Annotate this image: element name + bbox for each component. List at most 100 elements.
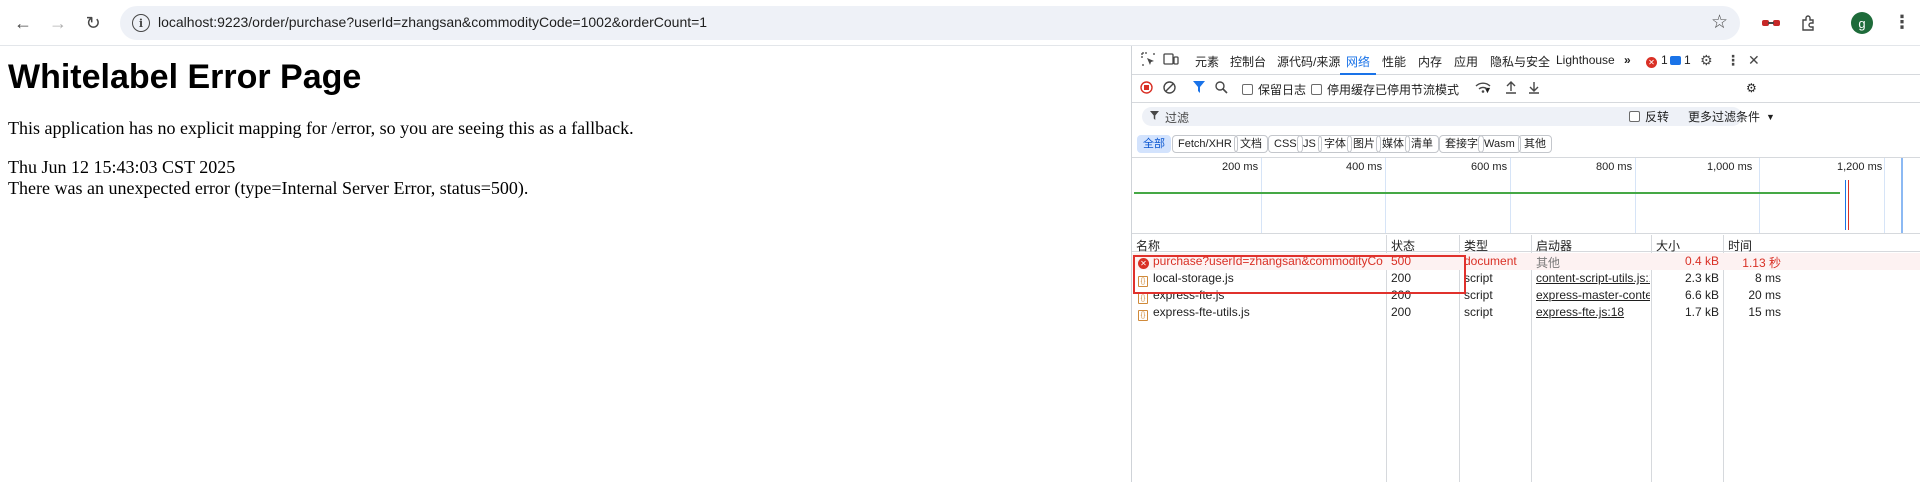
settings-gear-icon[interactable]: ⚙ bbox=[1700, 52, 1713, 69]
filter-funnel-small-icon bbox=[1150, 109, 1159, 123]
type-filter-fetch-xhr[interactable]: Fetch/XHR bbox=[1172, 135, 1238, 153]
search-icon[interactable] bbox=[1215, 81, 1228, 94]
column-header-name[interactable]: 名称 bbox=[1136, 237, 1160, 254]
filter-funnel-icon[interactable] bbox=[1193, 81, 1205, 93]
inspect-element-icon[interactable] bbox=[1141, 52, 1155, 69]
type-filter-wasm[interactable]: Wasm bbox=[1478, 135, 1521, 153]
tab-performance[interactable]: 性能 bbox=[1382, 53, 1406, 70]
timeline-gridline bbox=[1884, 158, 1885, 233]
tab-privacy-security[interactable]: 隐私与安全 bbox=[1490, 53, 1550, 70]
tab-sources[interactable]: 源代码/来源 bbox=[1277, 53, 1340, 70]
url-text[interactable]: localhost:9223/order/purchase?userId=zha… bbox=[158, 14, 707, 30]
request-size: 1.7 kB bbox=[1684, 305, 1719, 319]
column-header-size[interactable]: 大小 bbox=[1656, 237, 1680, 254]
checkbox-box[interactable] bbox=[1242, 84, 1253, 95]
checkbox-box[interactable] bbox=[1629, 111, 1640, 122]
devtools-tab-bar: 元素 控制台 源代码/来源 网络 性能 内存 应用 隐私与安全 Lighthou… bbox=[1132, 46, 1920, 75]
request-time: 20 ms bbox=[1748, 288, 1781, 302]
close-devtools-icon[interactable]: ✕ bbox=[1748, 52, 1760, 69]
message-count: 1 bbox=[1684, 53, 1691, 67]
timeline-scrollbar[interactable] bbox=[1901, 158, 1903, 233]
resource-type-filter-bar: 全部 Fetch/XHR 文档 CSS JS 字体 图片 媒体 清单 套接字 W… bbox=[1132, 131, 1920, 157]
browser-menu-icon[interactable]: ⋮ bbox=[1893, 12, 1911, 33]
fallback-message: This application has no explicit mapping… bbox=[8, 118, 634, 138]
failed-request-highlight-box bbox=[1133, 255, 1466, 294]
request-initiator-link[interactable]: content-script-utils.js:18 bbox=[1536, 271, 1650, 285]
script-file-icon: {} bbox=[1138, 310, 1148, 321]
network-conditions-icon[interactable] bbox=[1475, 81, 1491, 93]
invert-checkbox[interactable]: 反转 bbox=[1629, 108, 1669, 125]
filter-placeholder: 过滤 bbox=[1165, 111, 1190, 125]
forward-arrow-icon[interactable]: → bbox=[47, 12, 69, 34]
bookmark-star-icon[interactable]: ☆ bbox=[1711, 11, 1728, 34]
tab-network[interactable]: 网络 bbox=[1346, 53, 1370, 70]
type-filter-manifest[interactable]: 清单 bbox=[1405, 135, 1439, 153]
column-header-initiator[interactable]: 启动器 bbox=[1536, 237, 1572, 254]
timeline-request-bar bbox=[1134, 192, 1840, 194]
network-toolbar: 保留日志 停用缓存 已停用节流模式 ▼ ⚙ bbox=[1132, 75, 1920, 103]
timeline-tick-label: 800 ms bbox=[1596, 161, 1633, 173]
incognito-extension-icon[interactable] bbox=[1760, 12, 1782, 34]
timeline-tick-label: 400 ms bbox=[1346, 161, 1383, 173]
request-type: document bbox=[1464, 254, 1517, 268]
checkbox-box[interactable] bbox=[1311, 84, 1322, 95]
profile-avatar[interactable]: g bbox=[1851, 12, 1873, 34]
tab-application[interactable]: 应用 bbox=[1454, 53, 1478, 70]
more-tabs-chevron-icon[interactable]: » bbox=[1624, 53, 1631, 67]
chevron-down-icon: ▼ bbox=[1766, 111, 1775, 122]
error-counter[interactable]: ✕ 1 bbox=[1646, 53, 1668, 68]
request-size: 0.4 kB bbox=[1684, 254, 1719, 268]
message-counter[interactable]: 1 bbox=[1670, 53, 1691, 67]
disable-cache-checkbox[interactable]: 停用缓存 bbox=[1311, 81, 1375, 98]
browser-toolbar: ← → ↻ i localhost:9223/order/purchase?us… bbox=[0, 0, 1920, 46]
device-toolbar-icon[interactable] bbox=[1163, 52, 1179, 69]
error-timestamp: Thu Jun 12 15:43:03 CST 2025 bbox=[8, 157, 236, 177]
filter-bar: 过滤 反转 更多过滤条件 ▼ bbox=[1132, 103, 1920, 131]
type-filter-all[interactable]: 全部 bbox=[1137, 135, 1171, 153]
table-row[interactable]: {} express-fte-utils.js 200 script expres… bbox=[1132, 304, 1920, 321]
request-time: 8 ms bbox=[1754, 271, 1781, 285]
timeline-gridline bbox=[1261, 158, 1262, 233]
request-name[interactable]: {} express-fte-utils.js bbox=[1138, 305, 1383, 321]
site-info-icon[interactable]: i bbox=[132, 14, 150, 32]
record-stop-icon[interactable] bbox=[1140, 81, 1153, 94]
timeline-gridline bbox=[1759, 158, 1760, 233]
error-description: There was an unexpected error (type=Inte… bbox=[8, 178, 529, 198]
throttling-value: 已停用节流模式 bbox=[1375, 83, 1460, 97]
preserve-log-checkbox[interactable]: 保留日志 bbox=[1242, 81, 1306, 98]
request-type: script bbox=[1464, 305, 1493, 319]
type-filter-other[interactable]: 其他 bbox=[1518, 135, 1552, 153]
timeline-tick-label: 1,000 ms bbox=[1707, 161, 1753, 173]
column-header-status[interactable]: 状态 bbox=[1391, 237, 1415, 254]
disable-cache-label: 停用缓存 bbox=[1327, 83, 1376, 97]
import-har-icon[interactable] bbox=[1505, 81, 1517, 94]
error-details: Thu Jun 12 15:43:03 CST 2025 There was a… bbox=[8, 157, 1131, 199]
tab-console[interactable]: 控制台 bbox=[1230, 53, 1266, 70]
address-bar[interactable]: i localhost:9223/order/purchase?userId=z… bbox=[120, 6, 1740, 40]
dom-content-loaded-marker bbox=[1845, 180, 1846, 230]
timeline-gridline bbox=[1385, 158, 1386, 233]
tab-elements[interactable]: 元素 bbox=[1195, 53, 1219, 70]
clear-icon[interactable] bbox=[1163, 81, 1176, 94]
type-filter-doc[interactable]: 文档 bbox=[1234, 135, 1268, 153]
script-file-icon: {} bbox=[1138, 293, 1148, 304]
reload-icon[interactable]: ↻ bbox=[82, 12, 104, 34]
network-timeline-overview[interactable]: 200 ms 400 ms 600 ms 800 ms 1,000 ms 1,2… bbox=[1132, 157, 1920, 234]
request-initiator-link[interactable]: express-fte.js:18 bbox=[1536, 305, 1650, 319]
more-filters-dropdown[interactable]: 更多过滤条件 ▼ bbox=[1688, 108, 1775, 125]
tab-lighthouse[interactable]: Lighthouse bbox=[1556, 53, 1615, 67]
devtools-menu-icon[interactable]: ⋮ bbox=[1726, 52, 1740, 69]
timeline-gridline bbox=[1635, 158, 1636, 233]
page-content: Whitelabel Error Page This application h… bbox=[0, 46, 1131, 482]
extensions-puzzle-icon[interactable] bbox=[1797, 12, 1819, 34]
request-initiator: 其他 bbox=[1536, 256, 1561, 270]
column-header-time[interactable]: 时间 bbox=[1728, 237, 1752, 254]
request-initiator-link[interactable]: express-master-content- bbox=[1536, 288, 1650, 302]
request-size: 2.3 kB bbox=[1684, 271, 1719, 285]
back-arrow-icon[interactable]: ← bbox=[12, 12, 34, 34]
column-header-type[interactable]: 类型 bbox=[1464, 237, 1488, 254]
export-har-icon[interactable] bbox=[1528, 81, 1540, 94]
network-settings-gear-icon[interactable]: ⚙ bbox=[1746, 81, 1757, 95]
requests-table-header: 名称 状态 类型 启动器 大小 时间 bbox=[1132, 235, 1920, 254]
tab-memory[interactable]: 内存 bbox=[1418, 53, 1442, 70]
